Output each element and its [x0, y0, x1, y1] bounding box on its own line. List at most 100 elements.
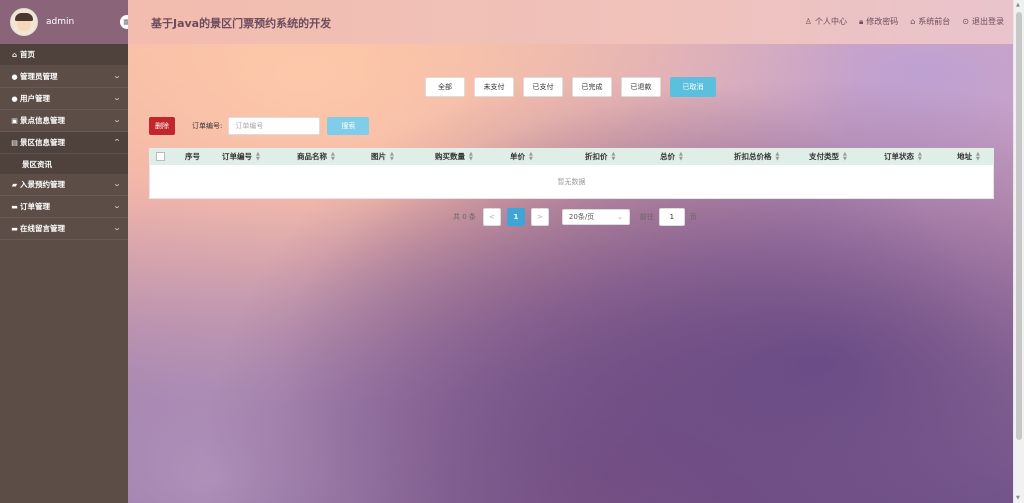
sidebar-item-label: 首页 [20, 50, 35, 59]
orders-table: 序号 订单编号 ▲ ▼ 商品名称 ▲ ▼ 图片 ▲ ▼ 购买数量 ▲ ▼ 单价 ▲ ▼ 折扣价 ▲ ▼ … [149, 148, 994, 199]
column-header[interactable]: 订单状态 ▲ ▼ [884, 151, 922, 162]
sidebar-item-label: 景点信息管理 [20, 116, 65, 125]
sidebar-item-label: 管理员管理 [20, 72, 58, 81]
chevron-down-icon: ⌄ [112, 116, 122, 124]
chevron-down-icon: ⌄ [112, 224, 122, 232]
column-header[interactable]: 序号 [185, 151, 200, 162]
sort-icon: ▲ ▼ [611, 150, 616, 162]
column-header[interactable]: 总价 ▲ ▼ [660, 151, 683, 162]
sort-icon: ▲ ▼ [331, 150, 335, 162]
home-icon: ⌂ [11, 50, 17, 59]
avatar[interactable] [10, 8, 38, 36]
filter-unpaid-button[interactable]: 未支付 [474, 77, 514, 97]
message-icon: ▬ [11, 224, 18, 233]
page-size-select[interactable]: 20条/页 ⌄ [561, 209, 630, 225]
personal-center-link[interactable]: ♙ 个人中心 [805, 16, 847, 27]
total-count: 共 0 条 [453, 213, 476, 221]
sidebar-item-label: 入景预约管理 [20, 180, 65, 189]
change-password-link[interactable]: 🔒︎ 修改密码 [859, 16, 898, 27]
column-header[interactable]: 单价 ▲ ▼ [510, 151, 533, 162]
column-header[interactable]: 图片 ▲ ▼ [371, 151, 394, 162]
scroll-thumb[interactable] [1016, 12, 1022, 440]
scroll-down-icon[interactable]: ▼ [1016, 495, 1020, 501]
table-empty-row: 暂无数据 [149, 165, 994, 199]
sidebar-item-scenic-area-info[interactable]: ▤ 景区信息管理 ⌃ [0, 132, 128, 154]
avatar-face [15, 13, 33, 31]
person-icon: ● [11, 94, 18, 103]
table-icon: ▤ [11, 138, 18, 147]
lock-icon: 🔒︎ [858, 16, 864, 26]
car-icon: ▰ [11, 180, 18, 189]
sidebar-item-label: 用户管理 [20, 94, 50, 103]
logout-link[interactable]: ⊙ 退出登录 [962, 16, 1004, 27]
sidebar-item-label: 景区信息管理 [20, 138, 65, 147]
search-bar: 删除 订单编号: 搜索 [149, 117, 370, 135]
sidebar-item-order-management[interactable]: ▬ 订单管理 ⌄ [0, 196, 128, 218]
sidebar-item-user-management[interactable]: ● 用户管理 ⌄ [0, 88, 128, 110]
user-circle-icon: ● [11, 72, 18, 81]
column-header[interactable]: 商品名称 ▲ ▼ [297, 151, 335, 162]
scroll-up-icon[interactable]: ▲ [1016, 2, 1020, 8]
vertical-scrollbar[interactable]: ▲ ▼ [1013, 0, 1024, 503]
column-header[interactable]: 订单编号 ▲ ▼ [222, 151, 260, 162]
column-header[interactable]: 折扣总价格 ▲ ▼ [734, 151, 779, 162]
table-header: 序号 订单编号 ▲ ▼ 商品名称 ▲ ▼ 图片 ▲ ▼ 购买数量 ▲ ▼ 单价 ▲ ▼ 折扣价 ▲ ▼ … [149, 148, 994, 165]
header-links: ♙ 个人中心 🔒︎ 修改密码 ⌂ 系统前台 ⊙ 退出登录 [805, 16, 1004, 27]
goto-label: 前往 [639, 213, 654, 221]
column-header[interactable]: 支付类型 ▲ ▼ [809, 151, 847, 162]
delete-button[interactable]: 删除 [149, 117, 175, 135]
sort-icon: ▲ ▼ [256, 150, 260, 162]
sidebar-item-attraction-info[interactable]: ▣ 景点信息管理 ⌄ [0, 110, 128, 132]
page-number-button[interactable]: 1 [506, 208, 525, 226]
column-header[interactable]: 购买数量 ▲ ▼ [435, 151, 473, 162]
sidebar-item-admin-management[interactable]: ● 管理员管理 ⌄ [0, 66, 128, 88]
sort-icon: ▲ ▼ [679, 150, 683, 162]
chevron-down-icon: ⌄ [112, 202, 122, 210]
main-area: 基于Java的景区门票预约系统的开发 ♙ 个人中心 🔒︎ 修改密码 ⌂ 系统前台… [128, 0, 1014, 503]
chevron-down-icon: ⌄ [112, 180, 122, 188]
chevron-up-icon: ⌃ [112, 138, 122, 146]
column-header[interactable]: 地址 ▲ ▼ [957, 151, 980, 162]
select-all-checkbox[interactable] [156, 152, 165, 161]
filter-refunded-button[interactable]: 已退款 [621, 77, 661, 97]
site-title: 基于Java的景区门票预约系统的开发 [151, 17, 332, 30]
chevron-down-icon: ⌄ [112, 94, 122, 102]
power-icon: ⊙ [962, 17, 969, 26]
filter-cancelled-button[interactable]: 已取消 [670, 77, 716, 97]
order-status-filters: 全部 未支付 已支付 已完成 已退款 已取消 [425, 77, 716, 97]
folder-icon: ▬ [11, 202, 18, 211]
sort-icon: ▲ ▼ [390, 150, 394, 162]
prev-page-button[interactable]: < [482, 208, 501, 226]
image-icon: ▣ [11, 116, 18, 125]
home-icon: ⌂ [910, 17, 916, 26]
sidebar-subitem-scenic-news[interactable]: 景区资讯 [0, 154, 128, 174]
sidebar-item-entry-reservation[interactable]: ▰ 入景预约管理 ⌄ [0, 174, 128, 196]
sidebar-item-online-message[interactable]: ▬ 在线留言管理 ⌄ [0, 218, 128, 240]
user-icon: ♙ [804, 17, 812, 26]
top-header: 基于Java的景区门票预约系统的开发 ♙ 个人中心 🔒︎ 修改密码 ⌂ 系统前台… [128, 0, 1014, 44]
next-page-button[interactable]: > [530, 208, 549, 226]
sidebar-header: admin [0, 0, 134, 44]
system-frontend-link[interactable]: ⌂ 系统前台 [910, 16, 950, 27]
chevron-down-icon: ⌄ [617, 213, 623, 221]
search-button[interactable]: 搜索 [327, 117, 370, 135]
order-number-input[interactable] [228, 117, 321, 135]
sidebar-item-label: 景区资讯 [22, 159, 52, 169]
sidebar-item-label: 订单管理 [20, 202, 50, 211]
admin-name: admin [46, 17, 75, 27]
column-header[interactable]: 折扣价 ▲ ▼ [585, 151, 615, 162]
sort-icon: ▲ ▼ [976, 150, 980, 162]
sort-icon: ▲ ▼ [529, 150, 533, 162]
pagination: 共 0 条 < 1 > 20条/页 ⌄ 前往 1 页 [453, 208, 697, 226]
order-number-label: 订单编号: [192, 122, 223, 130]
sidebar-item-home[interactable]: ⌂ 首页 [0, 44, 128, 66]
goto-page-input[interactable]: 1 [658, 208, 685, 226]
filter-paid-button[interactable]: 已支付 [523, 77, 563, 97]
sort-icon: ▲ ▼ [918, 150, 922, 162]
sidebar-nav: ⌂ 首页 ● 管理员管理 ⌄ ● 用户管理 ⌄ ▣ 景点信息管理 ⌄ ▤ 景区信… [0, 44, 128, 240]
sort-icon: ▲ ▼ [469, 150, 473, 162]
empty-text: 暂无数据 [557, 177, 586, 186]
filter-all-button[interactable]: 全部 [425, 77, 465, 97]
filter-completed-button[interactable]: 已完成 [572, 77, 612, 97]
sort-icon: ▲ ▼ [775, 150, 780, 162]
